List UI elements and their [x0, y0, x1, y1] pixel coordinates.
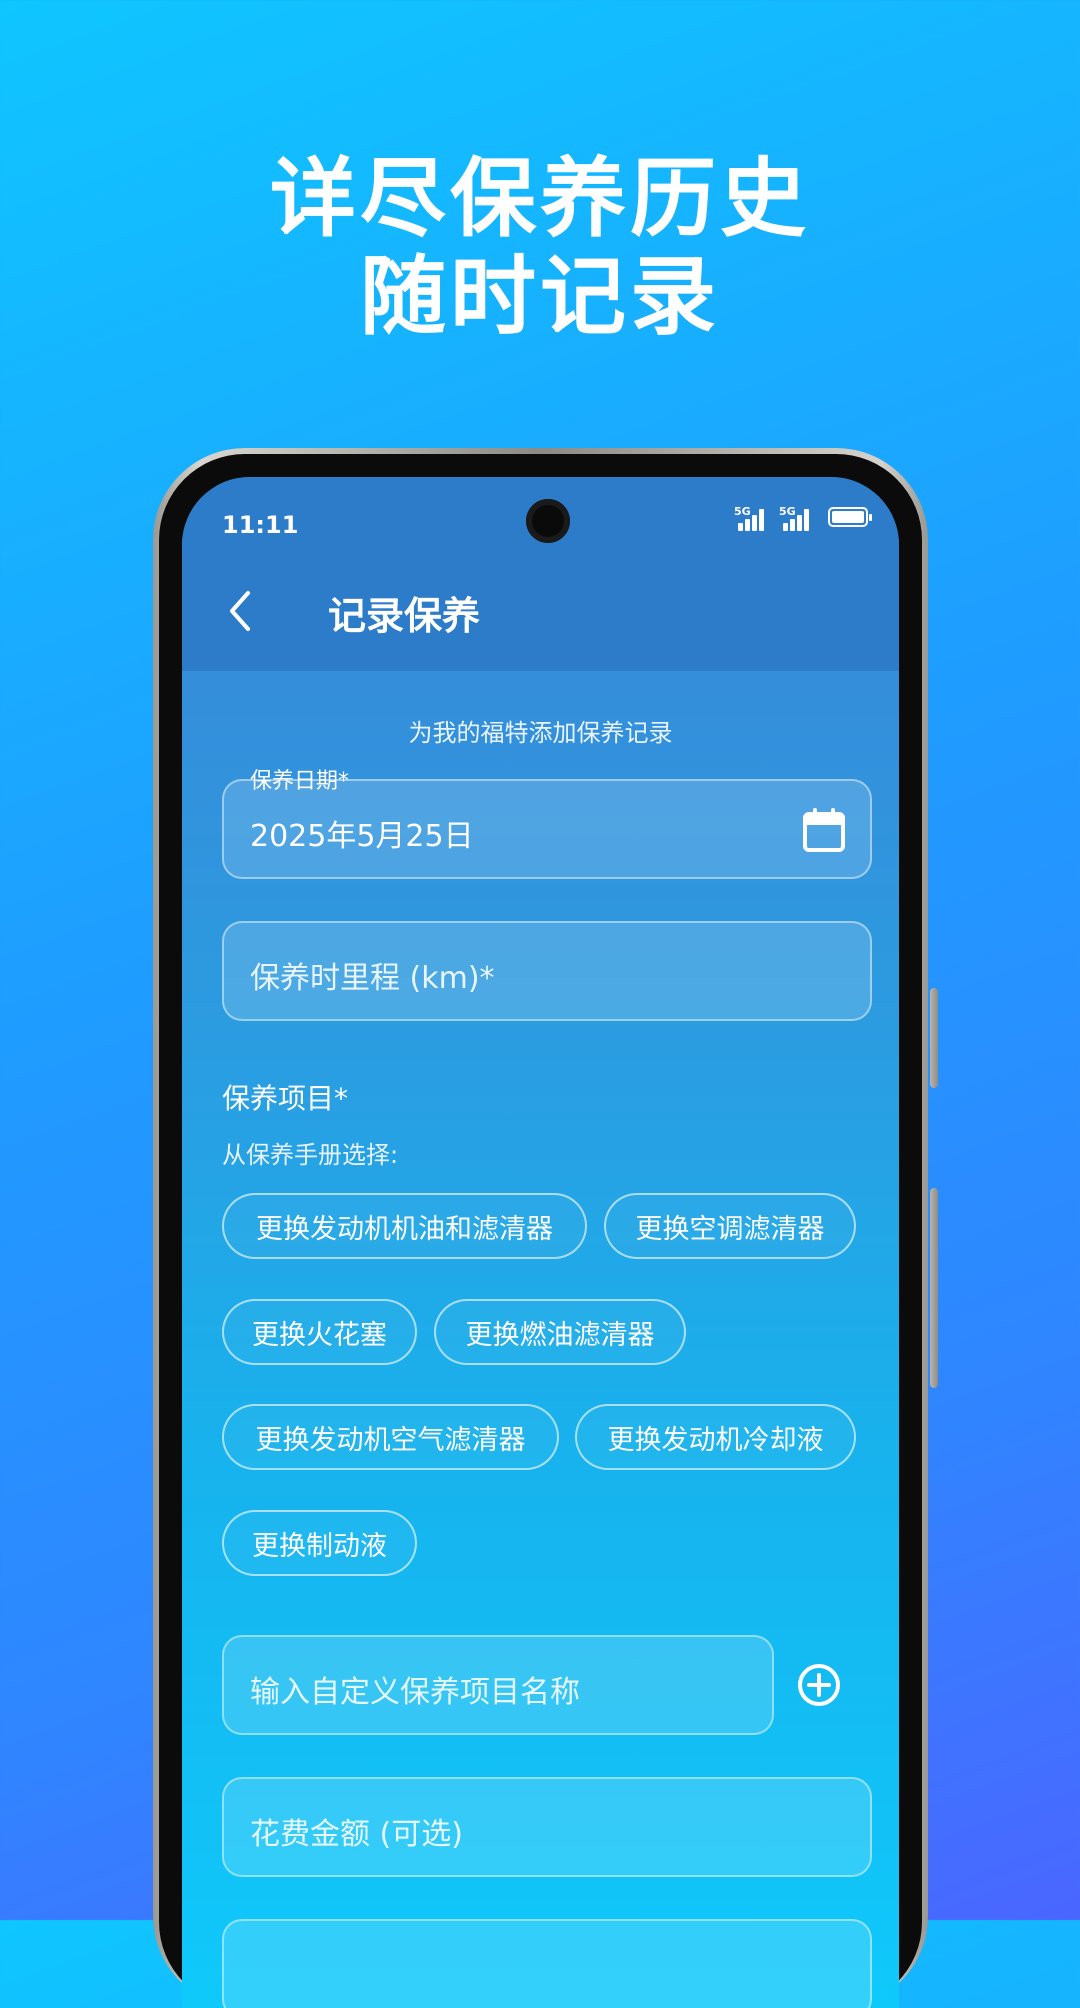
- chip-coolant[interactable]: 更换发动机冷却液: [575, 1404, 856, 1470]
- promo-headline-line2: 随时记录: [360, 247, 720, 347]
- custom-item-field[interactable]: 输入自定义保养项目名称: [222, 1635, 774, 1735]
- promo-headline: 详尽保养历史 随时记录: [0, 150, 1080, 346]
- phone-screen: 11:11 5G 5G 记录保养 为我的福特添加保养记录 保养日期* 2025年…: [182, 477, 899, 2008]
- phone-frame: 11:11 5G 5G 记录保养 为我的福特添加保养记录 保养日期* 2025年…: [153, 448, 938, 2008]
- phone-bezel: 11:11 5G 5G 记录保养 为我的福特添加保养记录 保养日期* 2025年…: [159, 454, 922, 2008]
- chip-brake-fluid[interactable]: 更换制动液: [222, 1510, 417, 1576]
- items-title: 保养项目*: [222, 1082, 349, 1115]
- signal-label: 5G: [779, 505, 796, 518]
- chip-spark-plug[interactable]: 更换火花塞: [222, 1299, 417, 1365]
- battery-icon: [828, 507, 872, 527]
- date-field-label: 保养日期*: [242, 763, 358, 795]
- chip-fuel-filter[interactable]: 更换燃油滤清器: [434, 1299, 686, 1365]
- page-title: 记录保养: [328, 594, 481, 638]
- next-field[interactable]: [222, 1919, 872, 2008]
- custom-item-placeholder: 输入自定义保养项目名称: [250, 1675, 580, 1710]
- signal-icon: 5G: [734, 505, 770, 533]
- plus-circle-icon[interactable]: [797, 1663, 841, 1707]
- cost-field[interactable]: 花费金额 (可选): [222, 1777, 872, 1877]
- mileage-field[interactable]: 保养时里程 (km)*: [222, 921, 872, 1021]
- app-bar: 11:11 5G 5G 记录保养: [182, 477, 899, 671]
- phone-volume-button: [930, 1188, 938, 1388]
- form-subtitle: 为我的福特添加保养记录: [408, 719, 673, 747]
- promo-headline-line1: 详尽保养历史: [270, 149, 810, 249]
- date-field[interactable]: 保养日期* 2025年5月25日: [222, 763, 872, 879]
- mileage-placeholder: 保养时里程 (km)*: [250, 961, 495, 996]
- signal-icon: 5G: [779, 505, 815, 533]
- phone-side-button: [930, 988, 938, 1088]
- back-button[interactable]: [218, 587, 266, 635]
- calendar-icon[interactable]: [802, 807, 846, 853]
- signal-label: 5G: [734, 505, 751, 518]
- chip-cabin-filter[interactable]: 更换空调滤清器: [604, 1193, 856, 1259]
- status-time: 11:11: [222, 511, 299, 539]
- front-camera: [526, 499, 570, 543]
- items-hint: 从保养手册选择:: [222, 1141, 399, 1169]
- cost-placeholder: 花费金额 (可选): [250, 1817, 463, 1852]
- chip-air-filter[interactable]: 更换发动机空气滤清器: [222, 1404, 559, 1470]
- chip-oil-filter[interactable]: 更换发动机机油和滤清器: [222, 1193, 587, 1259]
- date-field-value: 2025年5月25日: [250, 819, 474, 854]
- chevron-left-icon: [230, 591, 250, 631]
